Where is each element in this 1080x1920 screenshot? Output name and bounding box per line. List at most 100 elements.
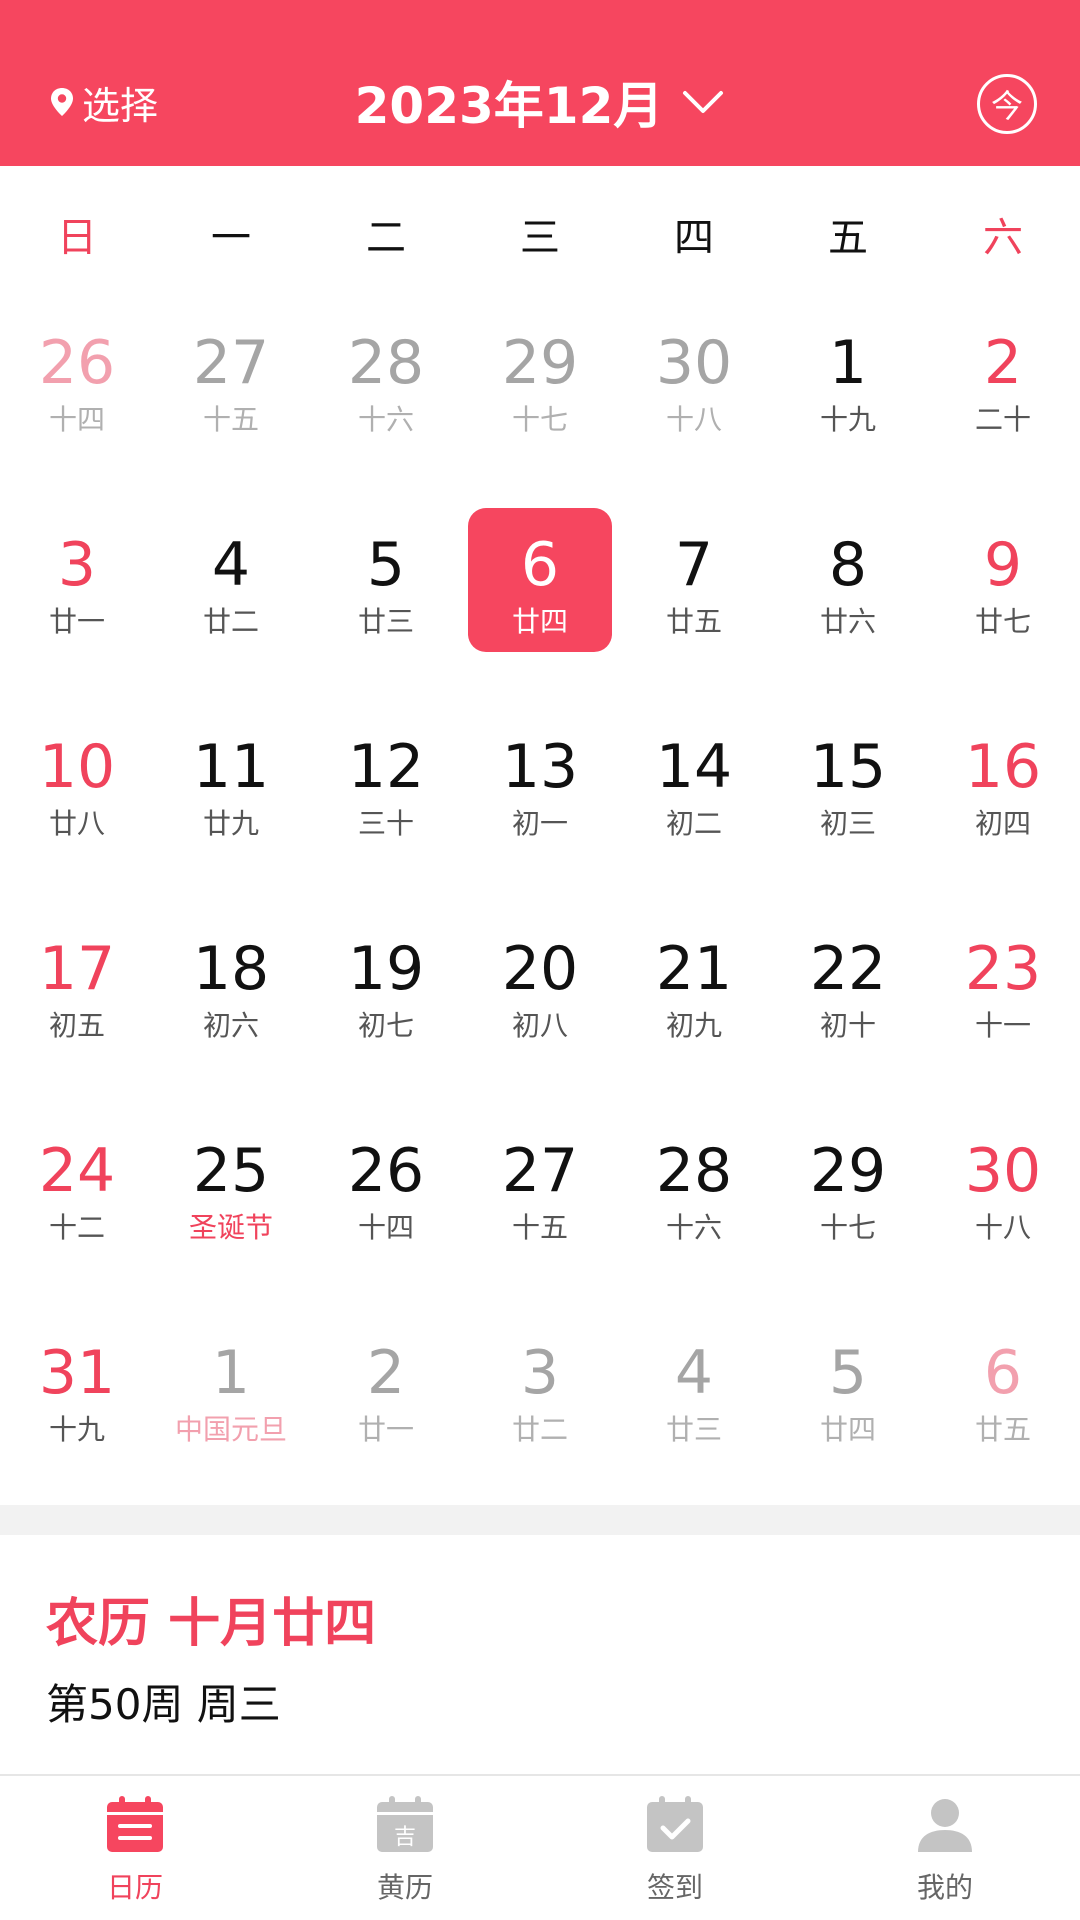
weekday-mon: 一 — [211, 215, 251, 261]
lunar-date: 十九 — [48, 1413, 105, 1446]
day-cell[interactable]: 4 廿三 — [617, 1310, 771, 1512]
tab-label: 黄历 — [376, 1871, 433, 1904]
day-cell[interactable]: 24 十二 — [0, 1108, 154, 1310]
lunar-date: 廿三 — [665, 1413, 722, 1446]
day-number: 3 — [57, 530, 97, 600]
weekday-wed: 三 — [520, 215, 560, 261]
day-cell[interactable]: 28 十六 — [617, 1108, 771, 1310]
day-cell[interactable]: 30 十八 — [926, 1108, 1080, 1310]
day-number: 23 — [964, 934, 1042, 1004]
day-number: 18 — [192, 934, 270, 1004]
day-number: 25 — [192, 1136, 270, 1206]
day-cell[interactable]: 9 廿七 — [926, 502, 1080, 704]
tab-label: 签到 — [646, 1871, 703, 1904]
day-number: 14 — [655, 732, 733, 802]
section-divider — [0, 1505, 1080, 1535]
lunar-date: 十九 — [819, 403, 876, 436]
day-cell-selected[interactable]: 6 廿四 — [463, 502, 617, 704]
day-cell[interactable]: 22 初十 — [771, 906, 925, 1108]
day-number: 21 — [655, 934, 733, 1004]
day-number: 30 — [655, 328, 733, 398]
almanac-icon: 吉 — [377, 1796, 433, 1852]
chevron-down-icon — [683, 91, 724, 113]
day-cell[interactable]: 26 十四 — [0, 300, 154, 502]
lunar-date: 十五 — [202, 403, 259, 436]
lunar-date: 初五 — [48, 1009, 105, 1042]
day-cell[interactable]: 1 中国元旦 — [154, 1310, 308, 1512]
day-cell[interactable]: 26 十四 — [309, 1108, 463, 1310]
day-cell[interactable]: 11 廿九 — [154, 704, 308, 906]
day-cell[interactable]: 18 初六 — [154, 906, 308, 1108]
day-number: 29 — [501, 328, 579, 398]
lunar-date: 初四 — [974, 807, 1031, 840]
day-cell[interactable]: 29 十七 — [771, 1108, 925, 1310]
day-number: 30 — [964, 1136, 1042, 1206]
day-cell[interactable]: 10 廿八 — [0, 704, 154, 906]
day-number: 5 — [366, 530, 406, 600]
weekday-tue: 二 — [366, 215, 406, 261]
today-button[interactable]: 今 — [977, 74, 1037, 134]
day-cell[interactable]: 16 初四 — [926, 704, 1080, 906]
lunar-date: 廿八 — [48, 807, 105, 840]
day-cell[interactable]: 21 初九 — [617, 906, 771, 1108]
tab-almanac[interactable]: 吉 黄历 — [310, 1794, 500, 1906]
day-cell[interactable]: 27 十五 — [154, 300, 308, 502]
weekday-sat: 六 — [983, 215, 1023, 261]
day-cell[interactable]: 20 初八 — [463, 906, 617, 1108]
tab-profile[interactable]: 我的 — [850, 1794, 1040, 1906]
weekday-header: 日 一 二 三 四 五 六 — [0, 200, 1080, 276]
day-cell[interactable]: 5 廿四 — [771, 1310, 925, 1512]
day-cell[interactable]: 5 廿三 — [309, 502, 463, 704]
week-info: 第50周 周三 — [46, 1680, 281, 1729]
day-cell[interactable]: 25 圣诞节 — [154, 1108, 308, 1310]
lunar-date: 十一 — [974, 1009, 1031, 1042]
day-cell[interactable]: 28 十六 — [309, 300, 463, 502]
lunar-date: 十二 — [48, 1211, 105, 1244]
lunar-date: 廿一 — [357, 1413, 414, 1446]
tab-label: 我的 — [916, 1871, 973, 1904]
day-cell[interactable]: 17 初五 — [0, 906, 154, 1108]
lunar-date: 初三 — [819, 807, 876, 840]
day-number: 28 — [655, 1136, 733, 1206]
day-cell[interactable]: 2 廿一 — [309, 1310, 463, 1512]
day-cell[interactable]: 12 三十 — [309, 704, 463, 906]
day-cell[interactable]: 1 十九 — [771, 300, 925, 502]
lunar-date: 初七 — [357, 1009, 414, 1042]
day-number: 29 — [809, 1136, 887, 1206]
day-cell[interactable]: 15 初三 — [771, 704, 925, 906]
day-cell[interactable]: 19 初七 — [309, 906, 463, 1108]
month-title: 2023年12月 — [354, 77, 664, 135]
day-cell[interactable]: 14 初二 — [617, 704, 771, 906]
day-cell[interactable]: 23 十一 — [926, 906, 1080, 1108]
day-cell[interactable]: 8 廿六 — [771, 502, 925, 704]
day-number: 4 — [211, 530, 251, 600]
day-cell[interactable]: 27 十五 — [463, 1108, 617, 1310]
month-picker[interactable]: 2023年12月 — [355, 66, 726, 138]
day-number: 26 — [38, 328, 116, 398]
day-number: 19 — [347, 934, 425, 1004]
tab-calendar[interactable]: 日历 — [40, 1794, 230, 1906]
tab-checkin[interactable]: 签到 — [580, 1794, 770, 1906]
lunar-date: 初一 — [511, 807, 568, 840]
day-number: 2 — [983, 328, 1023, 398]
top-bar: 选择 2023年12月 今 — [0, 0, 1080, 166]
lunar-date: 廿六 — [819, 605, 876, 638]
day-cell[interactable]: 7 廿五 — [617, 502, 771, 704]
day-cell[interactable]: 31 十九 — [0, 1310, 154, 1512]
day-cell[interactable]: 3 廿一 — [0, 502, 154, 704]
weekday-thu: 四 — [674, 215, 714, 261]
day-number: 15 — [809, 732, 887, 802]
day-number: 1 — [828, 328, 868, 398]
day-number: 7 — [674, 530, 714, 600]
lunar-date: 十六 — [665, 1211, 722, 1244]
day-number: 12 — [347, 732, 425, 802]
day-cell[interactable]: 4 廿二 — [154, 502, 308, 704]
lunar-date: 初六 — [202, 1009, 259, 1042]
day-cell[interactable]: 2 二十 — [926, 300, 1080, 502]
day-number: 24 — [38, 1136, 116, 1206]
day-cell[interactable]: 6 廿五 — [926, 1310, 1080, 1512]
day-cell[interactable]: 13 初一 — [463, 704, 617, 906]
day-cell[interactable]: 29 十七 — [463, 300, 617, 502]
day-cell[interactable]: 3 廿二 — [463, 1310, 617, 1512]
day-cell[interactable]: 30 十八 — [617, 300, 771, 502]
